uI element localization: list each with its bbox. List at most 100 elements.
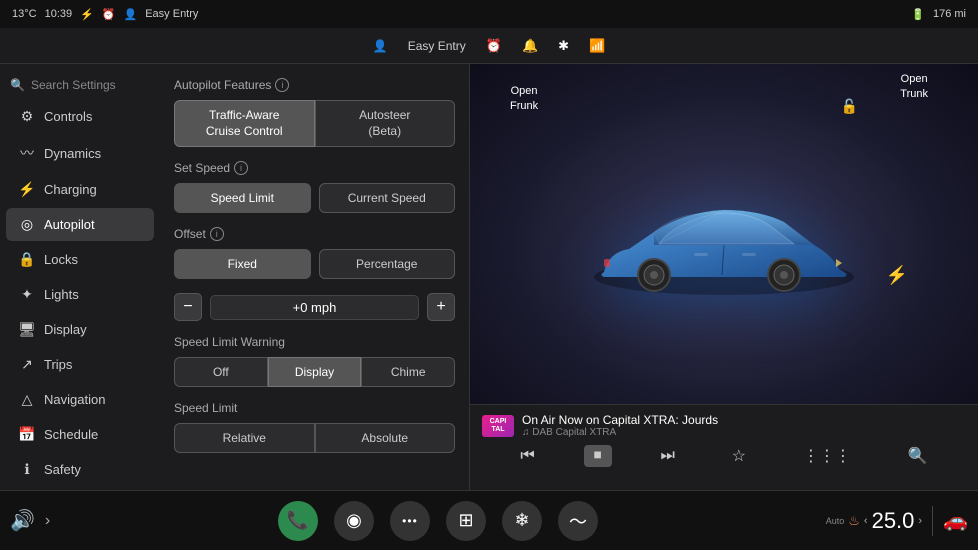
car-icon[interactable]: 🚗 xyxy=(943,508,968,533)
navigation-icon: △ xyxy=(18,391,36,408)
info-icon-speed[interactable]: i xyxy=(234,161,248,175)
time: 10:39 xyxy=(45,8,73,20)
ac-button[interactable]: 〜 xyxy=(558,501,598,541)
person-icon-header: 👤 xyxy=(373,39,388,53)
soc-icon: ⚡ xyxy=(80,8,94,21)
speed-limit-type-buttons: Relative Absolute xyxy=(174,423,455,453)
temp-left-value: 25.0 xyxy=(872,508,915,534)
relative-button[interactable]: Relative xyxy=(174,423,315,453)
phone-button[interactable]: 📞 xyxy=(278,501,318,541)
sidebar-item-trips[interactable]: ↗ Trips xyxy=(6,348,154,381)
charge-indicator-icon: ⚡ xyxy=(886,265,908,286)
bell-icon-header: 🔔 xyxy=(522,38,538,54)
status-bar: 13°C 10:39 ⚡ ⏰ 👤 Easy Entry 🔋 176 mi xyxy=(0,0,978,28)
taskbar: 🔊 › 📞 ◉ ••• ⊞ ❄ 〜 Auto ♨ ‹ 25.0 › 🚗 xyxy=(0,490,978,550)
dynamics-icon: 〰 xyxy=(18,143,36,163)
status-bar-left: 13°C 10:39 ⚡ ⏰ 👤 Easy Entry xyxy=(12,8,198,21)
offset-plus-button[interactable]: + xyxy=(427,293,455,321)
sidebar-label-locks: Locks xyxy=(44,252,78,267)
sidebar-item-locks[interactable]: 🔒 Locks xyxy=(6,243,154,276)
charging-icon: ⚡ xyxy=(18,181,36,198)
sidebar-item-controls[interactable]: ⚙ Controls xyxy=(6,100,154,133)
speed-limit-button[interactable]: Speed Limit xyxy=(174,183,311,213)
alarm-icon-header: ⏰ xyxy=(486,38,502,54)
sidebar-item-schedule[interactable]: 📅 Schedule xyxy=(6,418,154,451)
sidebar-item-autopilot[interactable]: ◎ Autopilot xyxy=(6,208,154,241)
music-title: On Air Now on Capital XTRA: Jourds xyxy=(522,413,966,427)
search-bar[interactable]: 🔍 Search Settings xyxy=(0,74,160,100)
temp-left-chevron-left[interactable]: ‹ xyxy=(864,515,868,527)
settings-panel: Autopilot Features i Traffic-Aware Cruis… xyxy=(160,64,470,490)
autopilot-features-buttons: Traffic-Aware Cruise Control Autosteer (… xyxy=(174,100,455,147)
grid-button[interactable]: ⊞ xyxy=(446,501,486,541)
search-music-button[interactable]: 🔍 xyxy=(900,444,936,468)
current-speed-button[interactable]: Current Speed xyxy=(319,183,456,213)
next-track-button[interactable]: ⏭ xyxy=(652,445,682,467)
easy-entry-label: Easy Entry xyxy=(408,39,466,53)
warning-off-button[interactable]: Off xyxy=(174,357,268,387)
open-frunk-label[interactable]: OpenFrunk xyxy=(510,84,538,115)
open-trunk-label[interactable]: OpenTrunk xyxy=(900,72,928,103)
music-header: CAPITAL On Air Now on Capital XTRA: Jour… xyxy=(482,413,966,438)
station-logo: CAPITAL xyxy=(482,415,514,437)
offset-type-buttons: Fixed Percentage xyxy=(174,249,455,279)
range: 176 mi xyxy=(933,8,966,20)
sidebar-label-trips: Trips xyxy=(44,357,72,372)
speed-limit-warning-title: Speed Limit Warning xyxy=(174,335,455,349)
display-icon: 🖥 xyxy=(18,321,36,338)
search-placeholder: Search Settings xyxy=(31,78,116,92)
header-bar: 👤 Easy Entry ⏰ 🔔 ✱ 📶 xyxy=(0,28,978,64)
sidebar-item-charging[interactable]: ⚡ Charging xyxy=(6,173,154,206)
autopilot-icon: ◎ xyxy=(18,216,36,233)
offset-value: +0 mph xyxy=(210,295,419,320)
seat-heat-left-icon[interactable]: ♨ xyxy=(848,513,860,529)
info-icon-features[interactable]: i xyxy=(275,78,289,92)
fan-button[interactable]: ❄ xyxy=(502,501,542,541)
percentage-button[interactable]: Percentage xyxy=(319,249,456,279)
schedule-icon: 📅 xyxy=(18,426,36,443)
sidebar-item-safety[interactable]: ℹ Safety xyxy=(6,453,154,486)
chevron-right-icon[interactable]: › xyxy=(45,512,50,530)
trunk-lock-icon: 🔓 xyxy=(841,98,858,115)
sidebar-item-navigation[interactable]: △ Navigation xyxy=(6,383,154,416)
autosteer-button[interactable]: Autosteer (Beta) xyxy=(315,100,456,147)
music-panel: CAPITAL On Air Now on Capital XTRA: Jour… xyxy=(470,404,978,490)
lights-icon: ✦ xyxy=(18,286,36,303)
search-icon: 🔍 xyxy=(10,78,25,92)
signal-icon-header: 📶 xyxy=(589,38,605,54)
queue-button[interactable]: ⋮⋮⋮ xyxy=(795,444,859,468)
status-bar-right: 🔋 176 mi xyxy=(911,8,966,21)
car-container: OpenFrunk OpenTrunk 🔓 ⚡ xyxy=(470,64,978,430)
fixed-button[interactable]: Fixed xyxy=(174,249,311,279)
speed-limit-warning-buttons: Off Display Chime xyxy=(174,357,455,387)
temp-left-control: Auto ♨ ‹ 25.0 › xyxy=(826,508,922,534)
sidebar-item-display[interactable]: 🖥 Display xyxy=(6,313,154,346)
temperature: 13°C xyxy=(12,8,37,20)
warning-display-button[interactable]: Display xyxy=(268,357,362,387)
controls-icon: ⚙ xyxy=(18,108,36,125)
prev-track-button[interactable]: ⏮ xyxy=(512,445,542,467)
stop-button[interactable]: ⏹ xyxy=(584,445,612,467)
volume-icon[interactable]: 🔊 xyxy=(10,508,35,533)
tcc-button[interactable]: Traffic-Aware Cruise Control xyxy=(174,100,315,147)
sidebar-label-autopilot: Autopilot xyxy=(44,217,95,232)
absolute-button[interactable]: Absolute xyxy=(315,423,456,453)
sidebar-item-lights[interactable]: ✦ Lights xyxy=(6,278,154,311)
favorite-button[interactable]: ☆ xyxy=(724,444,754,468)
sidebar-label-lights: Lights xyxy=(44,287,79,302)
sidebar-item-dynamics[interactable]: 〰 Dynamics xyxy=(6,135,154,171)
info-icon-offset[interactable]: i xyxy=(210,227,224,241)
sidebar-label-dynamics: Dynamics xyxy=(44,146,101,161)
battery-icon: 🔋 xyxy=(911,8,925,21)
warning-chime-button[interactable]: Chime xyxy=(361,357,455,387)
camera-button[interactable]: ◉ xyxy=(334,501,374,541)
car-svg xyxy=(574,177,874,317)
music-subtitle: ♫ DAB Capital XTRA xyxy=(522,427,966,438)
more-button[interactable]: ••• xyxy=(390,501,430,541)
taskbar-right: Auto ♨ ‹ 25.0 › 🚗 xyxy=(826,506,968,536)
easy-entry-status: Easy Entry xyxy=(145,8,198,20)
taskbar-center: 📞 ◉ ••• ⊞ ❄ 〜 xyxy=(278,501,598,541)
sidebar: 🔍 Search Settings ⚙ Controls 〰 Dynamics … xyxy=(0,64,160,490)
temp-left-chevron-right[interactable]: › xyxy=(918,515,922,527)
offset-minus-button[interactable]: − xyxy=(174,293,202,321)
